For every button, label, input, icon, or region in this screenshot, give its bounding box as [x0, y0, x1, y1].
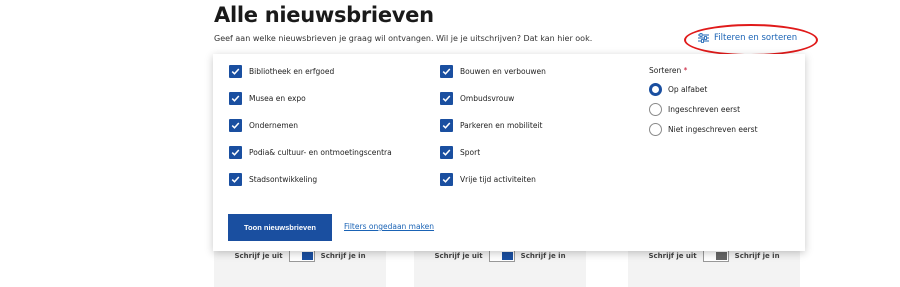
radio-selected-icon[interactable]	[649, 82, 662, 96]
category-checkbox[interactable]: Ombudsvrouw	[440, 92, 546, 119]
category-label: Vrije tijd activiteiten	[460, 175, 536, 184]
radio-icon[interactable]	[649, 102, 662, 116]
page: Alle nieuwsbrieven Geef aan welke nieuws…	[0, 0, 900, 287]
category-label: Ombudsvrouw	[460, 94, 515, 103]
category-checkbox[interactable]: Sport	[440, 146, 546, 173]
unsubscribe-label: Schrijf je uit	[434, 252, 483, 260]
category-checkbox[interactable]: Bibliotheek en erfgoed	[229, 65, 392, 92]
sort-option-subscribed-first[interactable]: Ingeschreven eerst	[649, 99, 758, 119]
subscribe-toggle[interactable]	[702, 250, 729, 262]
sort-option-label: Op alfabet	[668, 84, 708, 94]
category-checkbox[interactable]: Vrije tijd activiteiten	[440, 173, 546, 200]
subscribe-toggle[interactable]	[488, 250, 515, 262]
checkbox-checked-icon[interactable]	[440, 92, 453, 105]
category-checkbox[interactable]: Bouwen en verbouwen	[440, 65, 546, 92]
radio-icon[interactable]	[649, 122, 662, 136]
checkbox-checked-icon[interactable]	[440, 65, 453, 78]
required-marker: *	[683, 66, 688, 75]
category-label: Parkeren en mobiliteit	[460, 121, 543, 130]
category-label: Stadsontwikkeling	[249, 175, 318, 184]
checkbox-checked-icon[interactable]	[229, 92, 242, 105]
category-checkbox[interactable]: Parkeren en mobiliteit	[440, 119, 546, 146]
checkbox-checked-icon[interactable]	[229, 173, 242, 186]
category-label: Bibliotheek en erfgoed	[249, 67, 335, 76]
sort-option-label: Ingeschreven eerst	[668, 104, 741, 114]
page-title: Alle nieuwsbrieven	[214, 3, 434, 27]
category-checkbox[interactable]: Podia& cultuur- en ontmoetingscentra	[229, 146, 392, 173]
sort-label: Sorteren *	[649, 66, 758, 75]
category-list-2: Bouwen en verbouwen Ombudsvrouw Parkeren…	[440, 65, 546, 200]
unsubscribe-label: Schrijf je uit	[648, 252, 697, 260]
filter-panel: Bibliotheek en erfgoed Musea en expo Ond…	[213, 54, 805, 251]
checkbox-checked-icon[interactable]	[440, 173, 453, 186]
category-label: Sport	[460, 148, 481, 157]
category-checkbox[interactable]: Stadsontwikkeling	[229, 173, 392, 200]
category-label: Musea en expo	[249, 94, 306, 103]
checkbox-checked-icon[interactable]	[440, 119, 453, 132]
checkbox-checked-icon[interactable]	[229, 119, 242, 132]
sort-option-label: Niet ingeschreven eerst	[668, 124, 758, 134]
sort-option-not-subscribed-first[interactable]: Niet ingeschreven eerst	[649, 119, 758, 139]
unsubscribe-label: Schrijf je uit	[234, 252, 283, 260]
category-label: Bouwen en verbouwen	[460, 67, 546, 76]
checkbox-checked-icon[interactable]	[229, 146, 242, 159]
show-newsletters-button[interactable]: Toon nieuwsbrieven	[228, 214, 332, 241]
category-label: Ondernemen	[249, 121, 299, 130]
checkbox-checked-icon[interactable]	[229, 65, 242, 78]
checkbox-checked-icon[interactable]	[440, 146, 453, 159]
category-label: Podia& cultuur- en ontmoetingscentra	[249, 148, 392, 157]
category-list-1: Bibliotheek en erfgoed Musea en expo Ond…	[229, 65, 392, 200]
subscribe-label: Schrijf je in	[520, 252, 566, 260]
subscribe-toggle[interactable]	[288, 250, 315, 262]
sort-group: Sorteren * Op alfabet Ingeschreven eerst…	[649, 66, 758, 139]
sort-label-text: Sorteren	[649, 66, 682, 75]
category-checkbox[interactable]: Ondernemen	[229, 119, 392, 146]
sort-option-alphabet[interactable]: Op alfabet	[649, 79, 758, 99]
page-subtitle: Geef aan welke nieuwsbrieven je graag wi…	[214, 34, 593, 43]
subscribe-label: Schrijf je in	[320, 252, 366, 260]
reset-filters-link[interactable]: Filters ongedaan maken	[344, 222, 434, 231]
category-checkbox[interactable]: Musea en expo	[229, 92, 392, 119]
subscribe-label: Schrijf je in	[734, 252, 780, 260]
annotation-ring	[684, 24, 818, 56]
